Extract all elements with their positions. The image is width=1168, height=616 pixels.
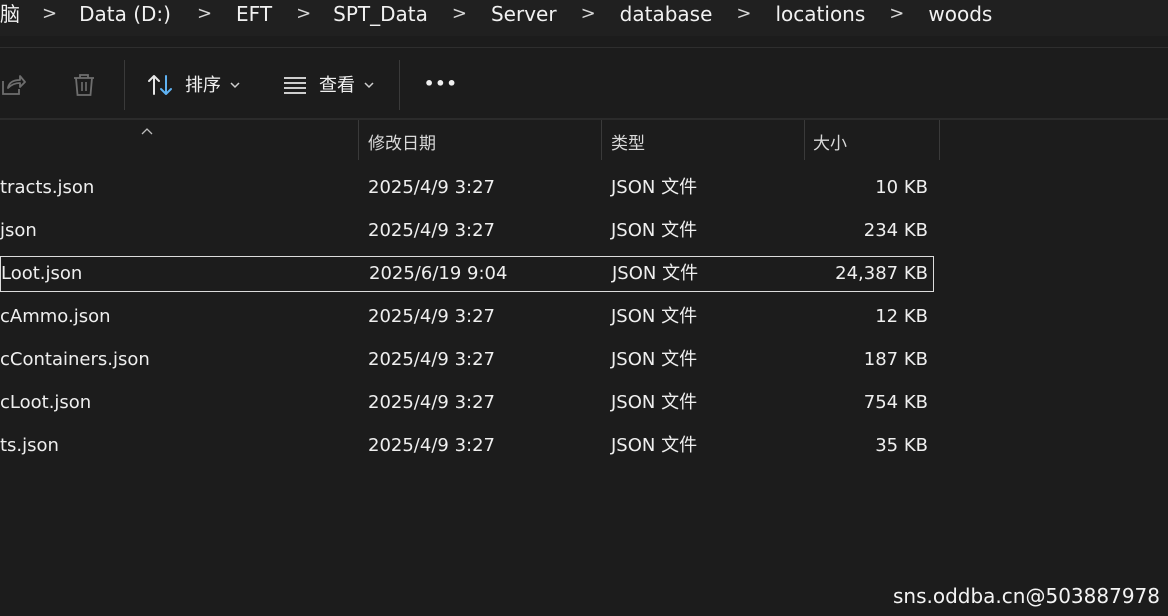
chevron-down-icon[interactable] [363,79,375,91]
share-icon[interactable] [0,72,26,98]
column-header-date-label: 修改日期 [368,134,436,154]
column-header-name[interactable] [0,120,358,160]
file-type: JSON 文件 [611,392,698,413]
column-divider[interactable] [939,120,940,160]
file-row[interactable]: ts.json 2025/4/9 3:27 JSON 文件 35 KB [0,428,934,464]
sort-button[interactable]: 排序 [185,74,221,98]
breadcrumb-item-pc[interactable]: 脑 [0,0,20,28]
toolbar-separator [124,60,125,110]
view-icon[interactable] [282,75,308,95]
file-type: JSON 文件 [612,263,699,284]
file-name: Loot.json [1,263,83,284]
breadcrumb-chevron-icon[interactable]: > [736,0,751,28]
file-row-focused[interactable]: Loot.json 2025/6/19 9:04 JSON 文件 24,387 … [0,256,934,292]
file-date: 2025/4/9 3:27 [368,349,495,370]
file-size: 187 KB [863,349,928,370]
file-date: 2025/6/19 9:04 [369,263,508,284]
file-size: 24,387 KB [835,263,928,284]
file-name: cAmmo.json [0,306,111,327]
file-size: 234 KB [863,220,928,241]
command-bar: 排序 查看 ••• [0,48,1168,118]
chevron-down-icon[interactable] [229,79,241,91]
file-explorer-window: 脑 > Data (D:) > EFT > SPT_Data > Server … [0,0,1168,616]
breadcrumb-chevron-icon[interactable]: > [452,0,467,28]
breadcrumb-item-woods[interactable]: woods [928,0,992,28]
breadcrumb-item-locations[interactable]: locations [776,0,866,28]
file-row[interactable]: json 2025/4/9 3:27 JSON 文件 234 KB [0,213,934,249]
more-options-button[interactable]: ••• [424,72,458,96]
file-date: 2025/4/9 3:27 [368,306,495,327]
column-header-type-label: 类型 [611,134,645,154]
breadcrumb-item-eft[interactable]: EFT [236,0,272,28]
file-name: cLoot.json [0,392,92,413]
file-type: JSON 文件 [611,435,698,456]
column-header-size[interactable]: 大小 [805,120,939,160]
column-header-date[interactable]: 修改日期 [359,120,601,160]
breadcrumb-chevron-icon[interactable]: > [197,0,212,28]
breadcrumb: 脑 > Data (D:) > EFT > SPT_Data > Server … [0,0,992,28]
breadcrumb-chevron-icon[interactable]: > [296,0,311,28]
file-name: cContainers.json [0,349,150,370]
breadcrumb-chevron-icon[interactable]: > [889,0,904,28]
breadcrumb-item-spt-data[interactable]: SPT_Data [333,0,428,28]
file-date: 2025/4/9 3:27 [368,435,495,456]
column-header-size-label: 大小 [813,134,847,154]
file-type: JSON 文件 [611,177,698,198]
file-type: JSON 文件 [611,220,698,241]
file-name: tracts.json [0,177,95,198]
file-size: 10 KB [875,177,928,198]
breadcrumb-item-database[interactable]: database [620,0,713,28]
file-date: 2025/4/9 3:27 [368,220,495,241]
trash-icon[interactable] [71,72,97,98]
breadcrumb-item-data-drive[interactable]: Data (D:) [79,0,171,28]
file-size: 35 KB [875,435,928,456]
file-row[interactable]: tracts.json 2025/4/9 3:27 JSON 文件 10 KB [0,170,934,206]
file-row[interactable]: cLoot.json 2025/4/9 3:27 JSON 文件 754 KB [0,385,934,421]
sort-ascending-icon [141,120,153,139]
file-row[interactable]: cAmmo.json 2025/4/9 3:27 JSON 文件 12 KB [0,299,934,335]
breadcrumb-chevron-icon[interactable]: > [581,0,596,28]
file-type: JSON 文件 [611,349,698,370]
file-name: ts.json [0,435,59,456]
view-button[interactable]: 查看 [319,74,355,98]
breadcrumb-chevron-icon[interactable]: > [42,0,57,28]
file-type: JSON 文件 [611,306,698,327]
address-bar[interactable]: 脑 > Data (D:) > EFT > SPT_Data > Server … [0,0,1168,36]
sort-icon[interactable] [147,73,175,97]
file-date: 2025/4/9 3:27 [368,392,495,413]
watermark-text: sns.oddba.cn@503887978 [892,584,1160,608]
file-size: 754 KB [863,392,928,413]
toolbar-separator [399,60,400,110]
file-date: 2025/4/9 3:27 [368,177,495,198]
column-header-type[interactable]: 类型 [602,120,804,160]
breadcrumb-item-server[interactable]: Server [491,0,557,28]
file-name: json [0,220,37,241]
file-size: 12 KB [875,306,928,327]
file-row[interactable]: cContainers.json 2025/4/9 3:27 JSON 文件 1… [0,342,934,378]
